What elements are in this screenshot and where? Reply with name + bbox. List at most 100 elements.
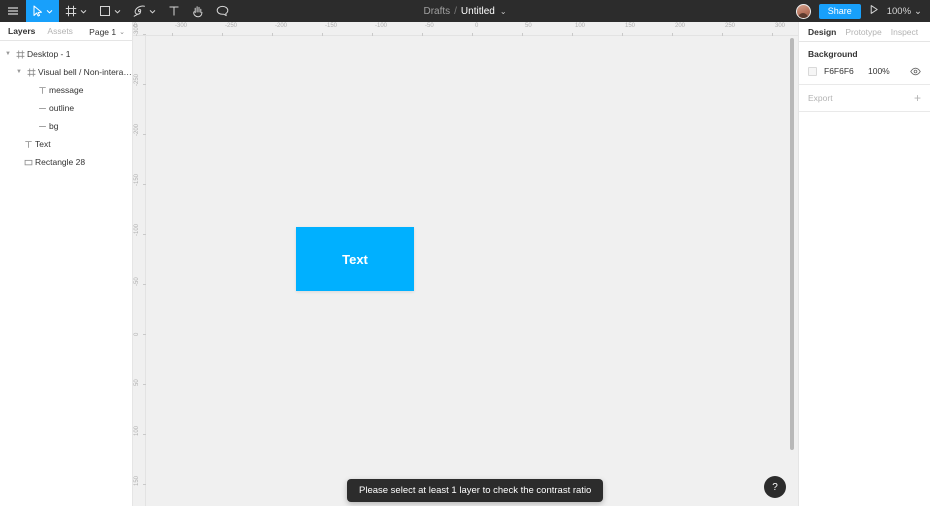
chevron-down-icon — [46, 9, 53, 14]
hand-tool-button[interactable] — [186, 0, 210, 22]
layer-label: outline — [49, 103, 75, 113]
ruler-tick-label: -300 — [175, 23, 188, 29]
layers-list: ▼ Desktop - 1 ▼ Visual bell / Non-intera… — [0, 41, 132, 171]
chevron-down-icon[interactable]: ⌄ — [500, 7, 507, 16]
ruler-tick: -200 — [133, 124, 146, 136]
file-name[interactable]: Untitled — [461, 6, 495, 17]
tab-prototype[interactable]: Prototype — [845, 27, 881, 37]
color-swatch[interactable] — [808, 66, 817, 76]
vertical-ruler: -300 -250 -200 -150 -100 -50 0 50 100 150 — [133, 24, 146, 506]
text-t-icon — [35, 86, 49, 95]
ruler-tick-label: -100 — [134, 223, 140, 236]
rectangle-icon — [21, 158, 35, 167]
ruler-tick: 50 — [133, 379, 146, 386]
export-section: Export + — [799, 85, 930, 112]
figma-app-window: Drafts / Untitled ⌄ Share 100% ⌄ Layers … — [0, 0, 930, 506]
toast-notification: Please select at least 1 layer to check … — [347, 479, 604, 502]
canvas-area[interactable]: -550-500-450-400-350-300-250-200-150-100… — [133, 22, 798, 506]
ruler-tick-label: -50 — [134, 277, 140, 286]
line-icon — [35, 122, 49, 131]
ruler-tick: -150 — [133, 174, 146, 186]
ruler-tick-label: 150 — [134, 475, 140, 486]
layer-label: Visual bell / Non-interactive — [38, 67, 132, 77]
help-button[interactable]: ? — [764, 476, 786, 498]
shape-tool-button[interactable] — [93, 0, 127, 22]
layer-row-visual-bell[interactable]: ▼ Visual bell / Non-interactive — [0, 63, 132, 81]
frame-grid-icon — [13, 50, 27, 59]
layer-label: Desktop - 1 — [27, 49, 71, 59]
breadcrumb-separator: / — [454, 5, 457, 17]
disclosure-triangle-icon[interactable]: ▼ — [14, 69, 24, 75]
export-section-title: Export — [808, 93, 833, 103]
layer-row-message[interactable]: message — [0, 81, 132, 99]
layer-row-text[interactable]: Text — [0, 135, 132, 153]
layer-row-desktop-1[interactable]: ▼ Desktop - 1 — [0, 45, 132, 63]
pen-nib-icon — [133, 5, 146, 17]
page-selector[interactable]: Page 1 ⌄ — [89, 22, 125, 41]
ruler-tick-label: -150 — [134, 173, 140, 186]
ruler-tick-label: 0 — [134, 332, 140, 336]
right-sidebar: Design Prototype Inspect Background F6F6… — [798, 22, 930, 506]
ruler-tick-label: -100 — [375, 23, 388, 29]
breadcrumb-project[interactable]: Drafts — [423, 6, 450, 17]
ruler-tick-label: 50 — [525, 23, 532, 29]
chevron-down-icon — [80, 9, 87, 14]
comment-bubble-icon — [216, 5, 229, 17]
zoom-level-selector[interactable]: 100% ⌄ — [887, 6, 922, 17]
ruler-tick-label: 100 — [134, 425, 140, 436]
canvas-frame-label: Text — [342, 251, 368, 267]
ruler-tick-label: 200 — [675, 23, 686, 29]
ruler-tick-label: -300 — [134, 23, 140, 36]
toolbar-right-group: Share 100% ⌄ — [795, 0, 930, 22]
ruler-tick-label: 250 — [725, 23, 736, 29]
comment-tool-button[interactable] — [210, 0, 235, 22]
canvas-vertical-scrollbar[interactable] — [790, 38, 794, 450]
present-button[interactable] — [869, 2, 879, 20]
move-tool-button[interactable] — [26, 0, 59, 22]
main-menu-button[interactable] — [0, 0, 26, 22]
zoom-level-label: 100% — [886, 5, 912, 17]
share-button[interactable]: Share — [818, 3, 861, 19]
layer-label: Rectangle 28 — [35, 157, 86, 167]
text-tool-button[interactable] — [162, 0, 186, 22]
page-selector-label: Page 1 — [89, 26, 117, 37]
rectangle-icon — [99, 5, 111, 17]
ruler-tick-label: -200 — [134, 123, 140, 136]
pen-tool-button[interactable] — [127, 0, 162, 22]
layer-row-outline[interactable]: outline — [0, 99, 132, 117]
frame-grid-icon — [65, 5, 77, 17]
tab-assets[interactable]: Assets — [47, 26, 73, 36]
avatar[interactable] — [795, 3, 811, 19]
canvas-surface[interactable]: Text — [146, 36, 798, 506]
tab-inspect[interactable]: Inspect — [891, 27, 918, 37]
canvas-frame-text[interactable]: Text — [296, 227, 414, 291]
ruler-tick-label: -150 — [325, 23, 338, 29]
opacity-value[interactable]: 100% — [868, 66, 890, 76]
color-hex-value[interactable]: F6F6F6 — [824, 66, 868, 76]
cursor-arrow-icon — [32, 5, 43, 17]
ruler-tick: -50 — [133, 277, 146, 286]
layer-label: message — [49, 85, 84, 95]
ruler-tick: 0 — [133, 332, 146, 336]
frame-tool-button[interactable] — [59, 0, 93, 22]
tab-layers[interactable]: Layers — [8, 26, 35, 36]
hamburger-menu-icon — [7, 5, 19, 17]
chevron-down-icon — [114, 9, 121, 14]
left-sidebar: Layers Assets Page 1 ⌄ ▼ Desktop - 1 ▼ V — [0, 22, 133, 506]
plus-icon[interactable]: + — [914, 92, 921, 104]
breadcrumb[interactable]: Drafts / Untitled ⌄ — [423, 6, 506, 17]
chevron-down-icon: ⌄ — [914, 5, 922, 17]
ruler-tick-label: 300 — [775, 23, 786, 29]
disclosure-triangle-icon[interactable]: ▼ — [3, 51, 13, 57]
text-t-icon — [168, 5, 180, 17]
layer-row-rectangle-28[interactable]: Rectangle 28 — [0, 153, 132, 171]
layer-row-bg[interactable]: bg — [0, 117, 132, 135]
horizontal-ruler: -550-500-450-400-350-300-250-200-150-100… — [133, 22, 798, 36]
eye-icon[interactable] — [910, 67, 921, 76]
line-icon — [35, 104, 49, 113]
ruler-tick-label: -250 — [134, 73, 140, 86]
ruler-tick: 100 — [133, 426, 146, 436]
frame-grid-icon — [24, 68, 38, 77]
tab-design[interactable]: Design — [808, 27, 836, 37]
ruler-tick-label: 150 — [625, 23, 636, 29]
